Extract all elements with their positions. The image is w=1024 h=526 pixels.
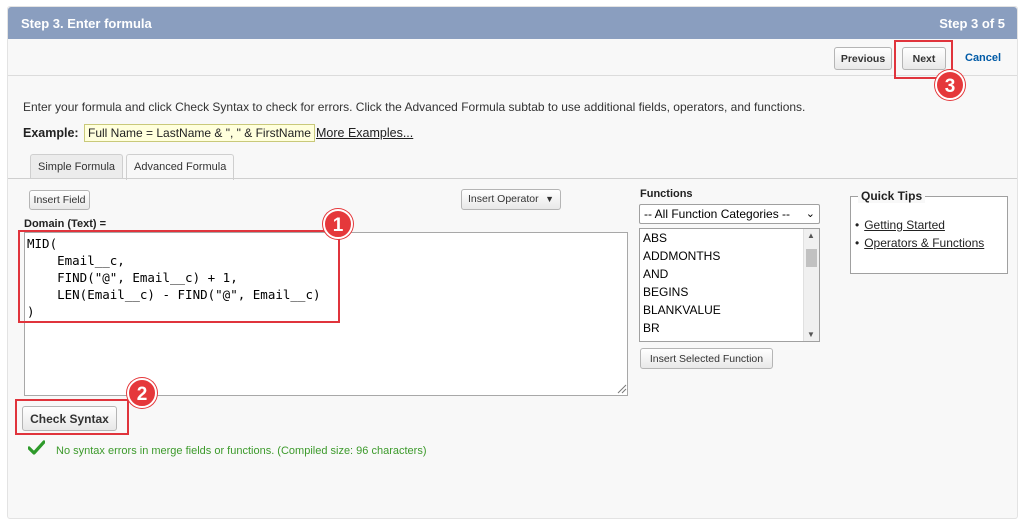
function-item-blankvalue[interactable]: BLANKVALUE <box>640 301 819 319</box>
formula-editor[interactable]: MID( Email__c, FIND("@", Email__c) + 1, … <box>24 232 628 396</box>
tab-advanced-formula[interactable]: Advanced Formula <box>126 154 235 180</box>
example-label: Example: <box>23 126 79 140</box>
quick-tips-item: • Operators & Functions <box>855 236 985 250</box>
scrollbar-thumb[interactable] <box>806 249 817 267</box>
tab-divider <box>8 178 1017 179</box>
example-formula: Full Name = LastName & ", " & FirstName <box>84 124 315 142</box>
function-category-select[interactable]: -- All Function Categories -- ⌄ <box>639 204 820 224</box>
step-header: Step 3. Enter formula Step 3 of 5 <box>8 7 1017 39</box>
instructions-text: Enter your formula and click Check Synta… <box>23 100 806 114</box>
previous-button[interactable]: Previous <box>834 47 892 70</box>
insert-operator-label: Insert Operator <box>468 193 539 205</box>
callout-badge-1: 1 <box>323 209 353 239</box>
formula-wizard-panel: Step 3. Enter formula Step 3 of 5 Previo… <box>7 6 1018 519</box>
function-item-addmonths[interactable]: ADDMONTHS <box>640 247 819 265</box>
functions-label: Functions <box>640 188 693 200</box>
scroll-down-icon[interactable]: ▼ <box>807 330 815 339</box>
callout-badge-2: 2 <box>127 378 157 408</box>
callout-badge-3: 3 <box>935 70 965 100</box>
more-examples-link[interactable]: More Examples... <box>316 126 413 140</box>
next-button[interactable]: Next <box>902 47 946 70</box>
step-indicator: Step 3 of 5 <box>939 16 1005 31</box>
caret-down-icon: ▼ <box>545 194 554 204</box>
step-title: Step 3. Enter formula <box>21 16 152 31</box>
scroll-up-icon[interactable]: ▲ <box>807 231 815 240</box>
insert-field-button[interactable]: Insert Field <box>29 190 90 210</box>
function-item-begins[interactable]: BEGINS <box>640 283 819 301</box>
function-item-abs[interactable]: ABS <box>640 229 819 247</box>
function-list-scrollbar[interactable]: ▲ ▼ <box>803 229 819 341</box>
function-list[interactable]: ABS ADDMONTHS AND BEGINS BLANKVALUE BR ▲… <box>639 228 820 342</box>
operators-functions-link[interactable]: Operators & Functions <box>864 236 984 250</box>
tab-simple-formula[interactable]: Simple Formula <box>30 154 124 179</box>
field-label: Domain (Text) = <box>24 218 107 230</box>
resize-handle-icon[interactable] <box>617 384 627 394</box>
function-category-value: -- All Function Categories -- <box>644 207 791 221</box>
function-item-br[interactable]: BR <box>640 319 819 337</box>
quick-tips-box: Quick Tips • Getting Started • Operators &… <box>850 189 1008 274</box>
check-icon <box>28 440 45 455</box>
insert-selected-function-button[interactable]: Insert Selected Function <box>640 348 773 369</box>
quick-tips-item: • Getting Started <box>855 218 945 232</box>
chevron-down-icon: ⌄ <box>805 208 815 220</box>
insert-operator-button[interactable]: Insert Operator ▼ <box>461 189 561 210</box>
header-divider <box>8 75 1017 76</box>
cancel-link[interactable]: Cancel <box>965 52 1001 64</box>
syntax-status-message: No syntax errors in merge fields or func… <box>56 445 427 457</box>
getting-started-link[interactable]: Getting Started <box>864 218 945 232</box>
check-syntax-button[interactable]: Check Syntax <box>22 406 117 431</box>
quick-tips-title: Quick Tips <box>858 189 926 203</box>
function-item-and[interactable]: AND <box>640 265 819 283</box>
